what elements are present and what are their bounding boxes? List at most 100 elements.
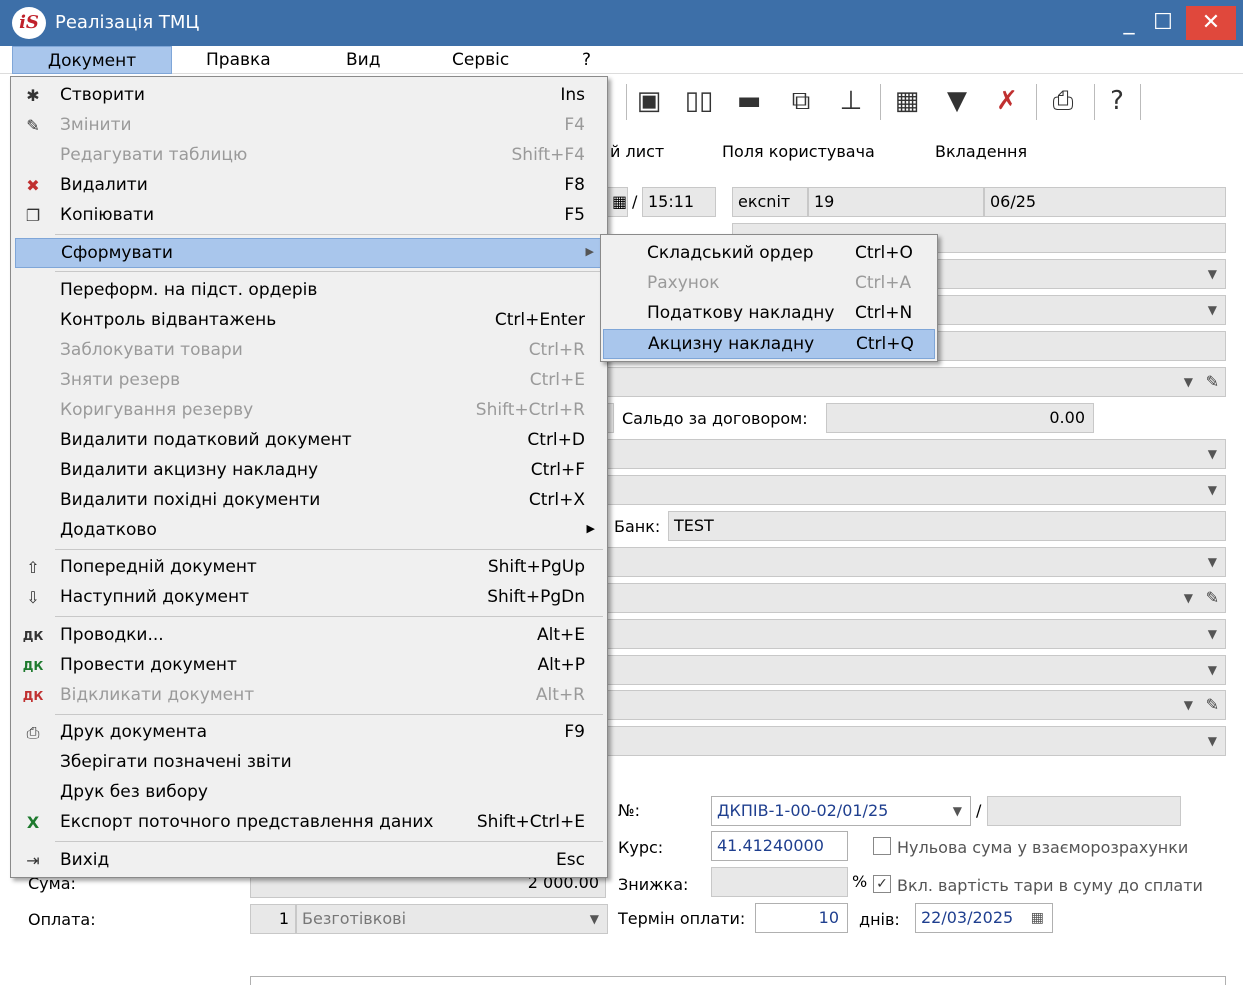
menu-item-save-reports[interactable]: Зберігати позначені звіти bbox=[15, 748, 605, 778]
folder-icon[interactable]: ▬ bbox=[732, 84, 766, 118]
book-icon[interactable]: ▯▯ bbox=[682, 84, 716, 118]
menu-item-postings[interactable]: ДК Проводки... Alt+E bbox=[15, 621, 605, 651]
oplata-label: Оплата: bbox=[28, 910, 96, 929]
termin-field[interactable]: 10 bbox=[755, 903, 848, 933]
row16-select[interactable]: ▼ bbox=[606, 726, 1226, 756]
menu-item-adjust-reserve[interactable]: Коригування резерву Shift+Ctrl+R bbox=[15, 396, 605, 426]
dniv-label: днів: bbox=[859, 910, 900, 929]
submenu-item-excise-invoice[interactable]: Акцизну накладну Ctrl+Q bbox=[603, 329, 935, 359]
menu-item-edit-table[interactable]: Редагувати таблицю Shift+F4 bbox=[15, 141, 605, 171]
chevron-down-icon: ▼ bbox=[1207, 627, 1217, 641]
row13-select[interactable]: ▼ bbox=[606, 619, 1226, 649]
doc-number-select[interactable]: ДКПІВ-1-00-02/01/25 ▼ bbox=[711, 796, 971, 826]
tab-user-fields[interactable]: Поля користувача bbox=[722, 142, 875, 161]
menu-edit[interactable]: Правка bbox=[206, 46, 271, 74]
submenu-item-label: Акцизну накладну bbox=[648, 334, 815, 354]
menu-item-next-doc[interactable]: ⇩ Наступний документ Shift+PgDn bbox=[15, 583, 605, 613]
menu-view[interactable]: Вид bbox=[346, 46, 380, 74]
menu-item-label: Видалити податковий документ bbox=[60, 430, 352, 450]
row8-select[interactable]: ▼ bbox=[606, 439, 1226, 469]
menu-item-copy[interactable]: ❐ Копіювати F5 bbox=[15, 201, 605, 231]
maximize-button[interactable]: ☐ bbox=[1148, 6, 1178, 40]
row9-select[interactable]: ▼ bbox=[606, 475, 1226, 505]
menu-item-prev-doc[interactable]: ⇧ Попередній документ Shift+PgUp bbox=[15, 553, 605, 583]
menu-item-delete-excise[interactable]: Видалити акцизну накладну Ctrl+F bbox=[15, 456, 605, 486]
menu-item-export[interactable]: X Експорт поточного представлення даних Sh… bbox=[15, 808, 605, 838]
chevron-down-icon: ▼ bbox=[589, 912, 599, 926]
oplata-num: 1 bbox=[250, 904, 296, 934]
chevron-down-icon: ▼ bbox=[1183, 698, 1193, 712]
kurs-field[interactable]: 41.41240000 bbox=[711, 831, 848, 861]
calendar-icon[interactable]: ▦ bbox=[1031, 904, 1044, 932]
save-icon[interactable]: ▣ bbox=[632, 84, 666, 118]
menu-item-label: Друк без вибору bbox=[60, 782, 208, 802]
submenu-item-invoice[interactable]: Рахунок Ctrl+A bbox=[603, 269, 935, 299]
tara-checkbox[interactable]: ✓ bbox=[873, 875, 891, 893]
print-icon[interactable]: ⎙ bbox=[1046, 84, 1080, 118]
menu-help[interactable]: ? bbox=[582, 46, 591, 74]
tab-sheet[interactable]: й лист bbox=[610, 142, 664, 161]
code-field[interactable]: ексniт bbox=[732, 187, 808, 217]
new-doc-icon: ✱ bbox=[26, 86, 40, 105]
minimize-button[interactable]: _ bbox=[1114, 6, 1144, 40]
zero-sum-checkbox[interactable] bbox=[873, 837, 891, 855]
menu-item-block-goods[interactable]: Заблокувати товари Ctrl+R bbox=[15, 336, 605, 366]
grid-icon[interactable]: ▦ bbox=[890, 84, 924, 118]
menu-item-reform[interactable]: Переформ. на підст. ордерів bbox=[15, 276, 605, 306]
menu-item-print-doc[interactable]: ⎙ Друк документа F9 bbox=[15, 718, 605, 748]
dk-post-icon: ДК bbox=[22, 659, 44, 673]
menu-item-additional[interactable]: Додатково ▶ bbox=[15, 516, 605, 546]
no-label: №: bbox=[618, 801, 641, 820]
tab-attachments[interactable]: Вкладення bbox=[935, 142, 1027, 161]
oplata-select[interactable]: Безготівкові ▼ bbox=[296, 904, 608, 934]
menu-bar: Документ Правка Вид Сервіс ? bbox=[0, 46, 1243, 74]
doc-number-suffix[interactable] bbox=[987, 796, 1181, 826]
znyzhka-field[interactable] bbox=[711, 867, 848, 897]
menu-item-delete[interactable]: ✖ Видалити F8 bbox=[15, 171, 605, 201]
bank-field[interactable]: TEST bbox=[668, 511, 1226, 541]
time-field[interactable]: 15:11 bbox=[642, 187, 716, 217]
calendar-icon[interactable]: ▦ bbox=[606, 187, 628, 217]
menu-separator bbox=[55, 714, 603, 715]
menu-item-shortcut: Ctrl+D bbox=[527, 430, 585, 450]
toolbar-separator bbox=[880, 84, 881, 120]
clear-filter-icon[interactable]: ✗ bbox=[990, 84, 1024, 118]
chevron-down-icon: ▼ bbox=[1183, 591, 1193, 605]
row6-select[interactable]: ✎ ▼ bbox=[606, 367, 1226, 397]
menu-item-delete-tax-doc[interactable]: Видалити податковий документ Ctrl+D bbox=[15, 426, 605, 456]
help-icon[interactable]: ? bbox=[1100, 84, 1134, 118]
menu-document[interactable]: Документ bbox=[12, 46, 172, 74]
menu-item-shipment-control[interactable]: Контроль відвантажень Ctrl+Enter bbox=[15, 306, 605, 336]
row11-select[interactable]: ▼ bbox=[606, 547, 1226, 577]
menu-item-revoke-doc[interactable]: ДК Відкликати документ Alt+R bbox=[15, 681, 605, 711]
period-field[interactable]: 06/25 bbox=[984, 187, 1226, 217]
menu-item-post-doc[interactable]: ДК Провести документ Alt+P bbox=[15, 651, 605, 681]
close-button[interactable]: ✕ bbox=[1186, 6, 1236, 40]
menu-item-delete-derived[interactable]: Видалити похідні документи Ctrl+X bbox=[15, 486, 605, 516]
menu-item-modify[interactable]: ✎ Змінити F4 bbox=[15, 111, 605, 141]
menu-item-create[interactable]: ✱ Створити Ins bbox=[15, 81, 605, 111]
edit-pen-icon[interactable]: ✎ bbox=[1206, 368, 1219, 396]
number-field[interactable]: 19 bbox=[808, 187, 984, 217]
hierarchy-icon[interactable]: ⊥ bbox=[834, 84, 868, 118]
link-icon[interactable]: ⧉ bbox=[784, 84, 818, 118]
menu-item-shortcut: Shift+Ctrl+R bbox=[475, 400, 585, 420]
row14-select[interactable]: ▼ bbox=[606, 655, 1226, 685]
menu-item-form[interactable]: Сформувати ▶ bbox=[15, 238, 605, 268]
window-title: Реалізація ТМЦ bbox=[55, 12, 200, 33]
document-menu: ✱ Створити Ins ✎ Змінити F4 Редагувати табли… bbox=[10, 76, 608, 878]
submenu-item-warehouse-order[interactable]: Складський ордер Ctrl+O bbox=[603, 239, 935, 269]
edit-pen-icon[interactable]: ✎ bbox=[1206, 584, 1219, 612]
menu-service[interactable]: Сервіс bbox=[452, 46, 509, 74]
menu-item-exit[interactable]: ⇥ Вихід Esc bbox=[15, 846, 605, 876]
date-field[interactable]: 22/03/2025 ▦ bbox=[915, 903, 1053, 933]
row12-select[interactable]: ✎ ▼ bbox=[606, 583, 1226, 613]
menu-item-print-no-select[interactable]: Друк без вибору bbox=[15, 778, 605, 808]
menu-item-remove-reserve[interactable]: Зняти резерв Ctrl+E bbox=[15, 366, 605, 396]
filter-icon[interactable]: ▼ bbox=[940, 84, 974, 118]
menu-separator bbox=[55, 616, 603, 617]
edit-pen-icon[interactable]: ✎ bbox=[1206, 691, 1219, 719]
submenu-item-tax-invoice[interactable]: Податкову накладну Ctrl+N bbox=[603, 299, 935, 329]
submenu-item-shortcut: Ctrl+Q bbox=[856, 334, 914, 354]
row15-select[interactable]: ✎ ▼ bbox=[606, 690, 1226, 720]
